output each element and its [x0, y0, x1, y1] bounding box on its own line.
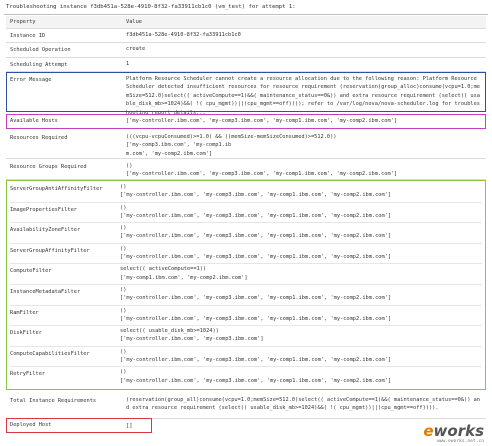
resources-required-value: (((vcpu-vcpuConsumed)>=1.0) && ((memSize… — [126, 134, 337, 157]
filter-label: ComputeCapabilitiesFilter — [10, 350, 90, 357]
error-message-label: Error Message — [10, 77, 52, 83]
filter-divider — [10, 201, 482, 203]
instance-id-value: f3db451a-528e-4910-8f32-fa33911cb1c0 — [126, 32, 241, 38]
filter-label: InstanceMetadataFilter — [10, 289, 81, 295]
filter-value: () ['my-controller.ibm.com', 'my-comp3.i… — [120, 204, 392, 219]
eworks-logo: eworks — [423, 422, 484, 440]
row-resources-required: Resources Required (((vcpu-vcpuConsumed)… — [6, 131, 486, 159]
filter-label: ComputeFilter — [10, 268, 52, 275]
filter-value: select(( usable_disk_mb>=1024)) ['my-con… — [120, 328, 264, 343]
filter-divider — [10, 304, 482, 306]
filter-divider — [10, 242, 482, 244]
resource-groups-required-label: Resource Groups Required — [10, 164, 87, 170]
row-scheduled-operation: Scheduled Operation create — [6, 43, 486, 58]
filter-label: AvailabilityZoneFilter — [10, 227, 81, 234]
filter-divider — [10, 284, 482, 285]
row-available-hosts: Available Hosts ['my-controller.ibm.com'… — [6, 115, 486, 129]
filter-value: () ['my-controller.ibm.com', 'my-comp3.i… — [120, 245, 392, 260]
total-requirements-label: Total Instance Requirements — [10, 398, 97, 404]
deployed-host-value: [] — [126, 423, 133, 429]
filter-divider — [10, 263, 482, 265]
report-title: Troubleshooting instance f3db451a-528e-4… — [6, 4, 296, 10]
available-hosts-value: ['my-controller.ibm.com', 'my-comp3.ibm.… — [126, 118, 398, 124]
resources-required-label: Resources Required — [10, 135, 68, 141]
header-value: Value — [126, 19, 142, 25]
filter-value: () ['my-controller.ibm.com', 'my-comp3.i… — [120, 225, 392, 240]
instance-id-label: Instance ID — [10, 33, 46, 39]
row-total-requirements: Total Instance Requirements (reservation… — [6, 394, 486, 419]
filter-value: () ['my-controller.ibm.com', 'my-comp3.i… — [120, 307, 392, 322]
filter-divider — [10, 345, 482, 347]
filter-value: () ['my-controller.ibm.com', 'my-comp3.i… — [120, 369, 392, 384]
row-deployed-host: Deployed Host [] — [6, 419, 152, 432]
available-hosts-label: Available Hosts — [10, 118, 58, 124]
filter-label: ServerGroupAntiAffinityFilter — [10, 186, 103, 192]
scheduling-attempt-label: Scheduling Attempt — [10, 62, 68, 68]
scheduling-attempt-value: 1 — [126, 61, 130, 67]
row-error-message: Error Message Platform Resource Schedule… — [6, 73, 486, 116]
filter-label: ImagePropertiesFilter — [10, 206, 77, 213]
filter-value: () ['my-controller.ibm.com', 'my-comp3.i… — [120, 184, 392, 199]
filter-divider — [10, 325, 482, 327]
row-instance-id: Instance ID f3db451a-528e-4910-8f32-fa33… — [6, 29, 486, 43]
filter-divider — [10, 366, 482, 368]
title-divider — [4, 14, 488, 15]
filter-divider — [10, 222, 482, 224]
scheduled-operation-label: Scheduled Operation — [10, 47, 71, 53]
deployed-host-label: Deployed Host — [10, 422, 52, 428]
table-header: Property Value — [6, 16, 486, 29]
eworks-logo-url: www.eworks.net.cn — [436, 439, 484, 444]
error-message-value: Platform Resource Scheduler cannot creat… — [126, 76, 480, 116]
filter-value: select(( activeCompute==1)) ['my-comp1.i… — [120, 266, 248, 281]
row-scheduling-attempt: Scheduling Attempt 1 — [6, 58, 486, 72]
filter-label: RetryFilter — [10, 371, 46, 378]
scheduled-operation-value: create — [126, 46, 146, 52]
filter-value: () ['my-controller.ibm.com', 'my-comp3.i… — [120, 287, 392, 302]
resource-groups-required-value: () ['my-controller.ibm.com', 'my-comp3.i… — [126, 163, 398, 178]
row-resource-groups-required: Resource Groups Required () ['my-control… — [6, 160, 486, 180]
header-property: Property — [10, 19, 36, 25]
filters-section — [6, 180, 486, 390]
filter-label: RamFilter — [10, 309, 39, 316]
total-requirements-value: (reservation(group_all)consume(vcpu=1.0;… — [126, 397, 480, 412]
filter-value: () ['my-controller.ibm.com', 'my-comp3.i… — [120, 348, 392, 363]
filter-label: DiskFilter — [10, 330, 42, 337]
filter-label: ServerGroupAffinityFilter — [10, 247, 90, 254]
